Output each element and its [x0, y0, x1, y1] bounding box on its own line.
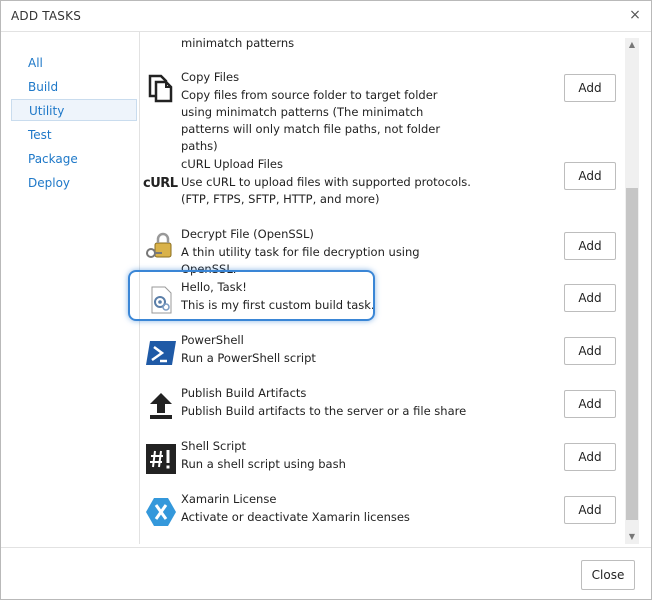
task-description: Use cURL to upload files with supported …: [181, 175, 471, 206]
sidebar-item-build[interactable]: Build: [11, 76, 137, 98]
scroll-down-icon[interactable]: ▼: [625, 530, 639, 544]
task-name: PowerShell: [181, 333, 244, 347]
lock-key-icon: [146, 232, 172, 258]
close-button[interactable]: Close: [581, 560, 635, 590]
upload-arrow-icon: [150, 393, 172, 419]
curl-icon: cURL: [143, 176, 178, 191]
sidebar-item-deploy[interactable]: Deploy: [11, 172, 137, 194]
task-name: Xamarin License: [181, 492, 277, 506]
add-button[interactable]: Add: [564, 284, 616, 312]
dialog-titlebar: ADD TASKS ×: [1, 1, 651, 32]
custom-task-icon: [151, 286, 172, 314]
task-list-scrollbar[interactable]: ▲ ▼: [625, 38, 639, 544]
task-description: Run a PowerShell script: [181, 351, 316, 365]
task-description: A thin utility task for file decryption …: [181, 245, 420, 276]
close-icon[interactable]: ×: [627, 7, 643, 23]
dialog-title: ADD TASKS: [11, 9, 82, 23]
task-name: Hello, Task!: [181, 280, 247, 294]
add-button[interactable]: Add: [564, 232, 616, 260]
add-button[interactable]: Add: [564, 337, 616, 365]
powershell-icon: [146, 341, 176, 365]
add-button[interactable]: Add: [564, 496, 616, 524]
xamarin-icon: [146, 498, 176, 526]
svg-text:cURL: cURL: [143, 176, 178, 191]
task-name: Shell Script: [181, 439, 247, 453]
add-button[interactable]: Add: [564, 390, 616, 418]
task-description: Publish Build artifacts to the server or…: [181, 404, 467, 418]
sidebar-item-all[interactable]: All: [11, 52, 137, 74]
task-description: Activate or deactivate Xamarin licenses: [181, 510, 410, 524]
task-list: minimatch patterns Copy Files Copy files…: [139, 32, 626, 544]
task-description: minimatch patterns: [181, 36, 295, 50]
sidebar-item-utility[interactable]: Utility: [11, 99, 137, 121]
add-button[interactable]: Add: [564, 443, 616, 471]
copy-files-icon: [148, 74, 173, 103]
sidebar-item-test[interactable]: Test: [11, 124, 137, 146]
sidebar-item-package[interactable]: Package: [11, 148, 137, 170]
task-description: Copy files from source folder to target …: [181, 88, 441, 153]
dialog-footer: Close: [1, 547, 651, 600]
task-description: This is my first custom build task.: [181, 298, 375, 312]
category-sidebar: All Build Utility Test Package Deploy: [1, 32, 139, 544]
task-name: Decrypt File (OpenSSL): [181, 227, 314, 241]
task-name: Publish Build Artifacts: [181, 386, 307, 400]
add-button[interactable]: Add: [564, 162, 616, 190]
add-button[interactable]: Add: [564, 74, 616, 102]
scrollbar-thumb[interactable]: [626, 188, 638, 520]
task-description: Run a shell script using bash: [181, 457, 346, 471]
scroll-up-icon[interactable]: ▲: [625, 38, 639, 52]
task-name: cURL Upload Files: [181, 157, 283, 171]
task-name: Copy Files: [181, 70, 240, 84]
shell-script-icon: [146, 444, 176, 474]
add-tasks-dialog: ADD TASKS × All Build Utility Test Packa…: [0, 0, 652, 600]
